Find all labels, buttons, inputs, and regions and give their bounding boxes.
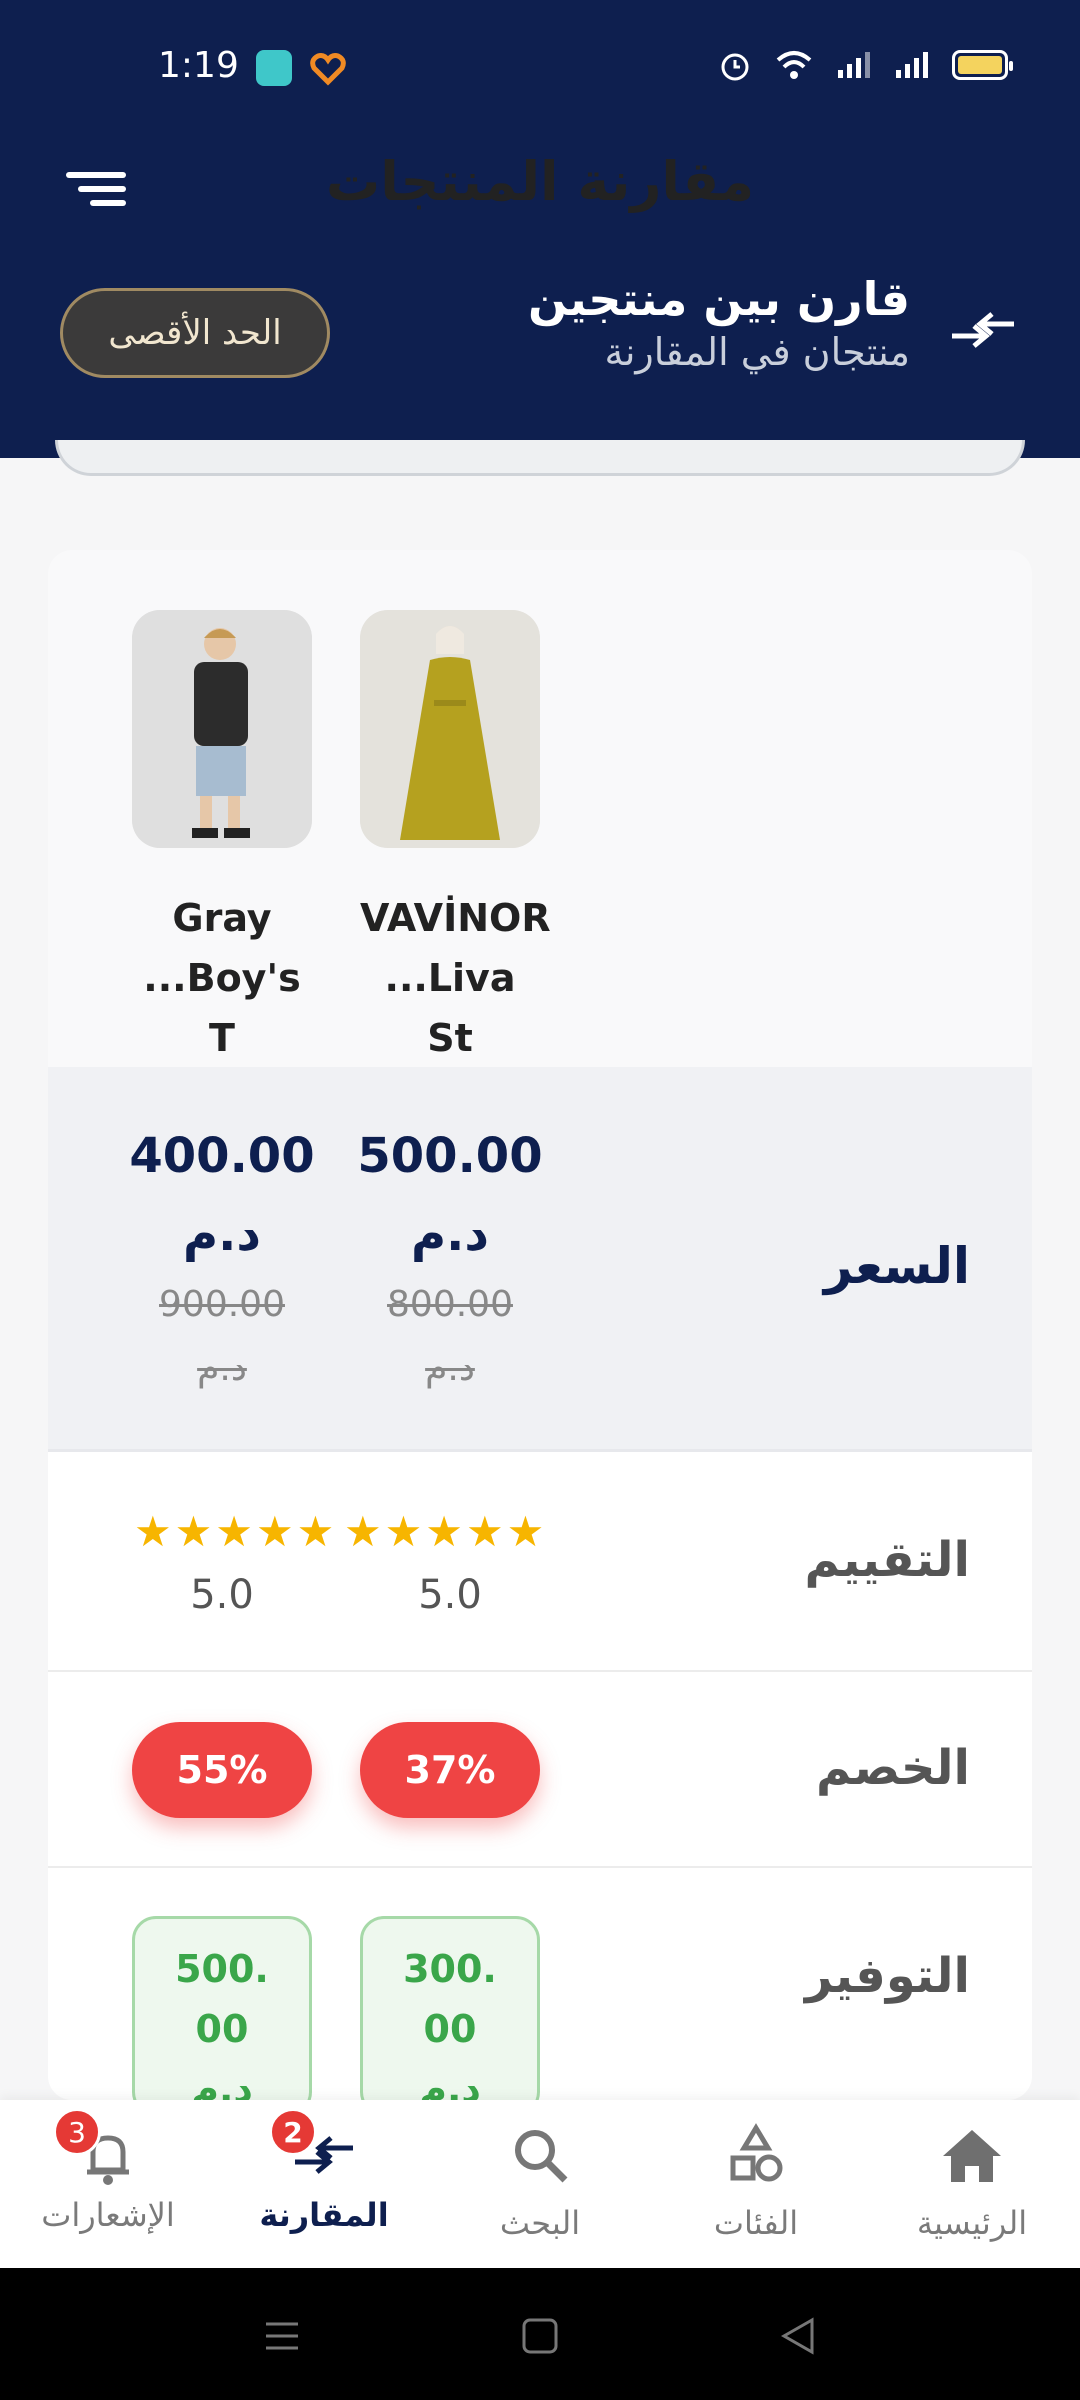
currency: د.م bbox=[410, 1206, 490, 1262]
saving-label: التوفير bbox=[804, 1948, 970, 2004]
discount-badge: 55% bbox=[132, 1722, 312, 1818]
price-cell: 500.00 د.م 800.00 د.م bbox=[350, 1117, 550, 1401]
saving-currency: د.م bbox=[419, 2067, 481, 2100]
product-name: Gray bbox=[172, 896, 272, 940]
compare-arrows-icon bbox=[952, 312, 1014, 348]
saving-amount: 00 bbox=[423, 2007, 477, 2051]
nav-search[interactable]: البحث bbox=[432, 2120, 648, 2242]
wifi-icon bbox=[776, 51, 812, 79]
old-price: 800.00 bbox=[387, 1284, 513, 1325]
old-price: 900.00 bbox=[159, 1284, 285, 1325]
currency: د.م bbox=[182, 1206, 262, 1262]
nav-home[interactable]: الرئيسية bbox=[864, 2120, 1080, 2242]
discount-badge: 37% bbox=[360, 1722, 540, 1818]
product-name: VAVİNOR bbox=[360, 896, 551, 940]
nav-label: الإشعارات bbox=[41, 2196, 175, 2234]
signal-icon bbox=[896, 52, 928, 78]
nav-label: الرئيسية bbox=[916, 2204, 1028, 2242]
saving-amount: 300. bbox=[403, 1947, 497, 1991]
bell-nav-icon: 3 bbox=[53, 2108, 143, 2190]
comparison-table: VAVİNOR ...Liva St Gray ...Boy's T السعر… bbox=[48, 550, 1032, 2100]
page-title: مقارنة المنتجات bbox=[325, 150, 755, 213]
bottom-navigation: الرئيسية الفئات البحث 2 المقارنة 3 الإشع… bbox=[0, 2100, 1080, 2268]
nav-categories[interactable]: الفئات bbox=[648, 2120, 864, 2242]
compare-subtitle: منتجان في المقارنة bbox=[604, 330, 910, 374]
saving-row: التوفير 300. 00 د.م 500. 00 د.م bbox=[48, 1868, 1032, 2100]
saving-currency: د.م bbox=[191, 2067, 253, 2100]
max-limit-button[interactable]: الحد الأقصى bbox=[60, 288, 330, 378]
old-currency: د.م bbox=[197, 1348, 247, 1389]
alarm-icon bbox=[721, 53, 749, 81]
discount-row: الخصم 37% 55% bbox=[48, 1672, 1032, 1868]
heart-notification-icon bbox=[310, 53, 346, 86]
star-rating: ★★★★★ bbox=[344, 1507, 548, 1556]
nav-label: المقارنة bbox=[259, 2196, 389, 2234]
back-icon[interactable] bbox=[778, 2316, 818, 2356]
saving-amount: 500. bbox=[175, 1947, 269, 1991]
compare-summary: قارن بين منتجين منتجان في المقارنة bbox=[528, 272, 910, 374]
nav-notifications[interactable]: 3 الإشعارات bbox=[0, 2108, 216, 2234]
collapsed-panel bbox=[55, 440, 1025, 476]
discount-label: الخصم bbox=[815, 1740, 970, 1796]
search-icon bbox=[515, 2130, 568, 2183]
app-notification-icon bbox=[256, 50, 292, 86]
home-icon bbox=[943, 2130, 1001, 2182]
saving-badge: 300. 00 د.م bbox=[360, 1916, 540, 2100]
nav-label: البحث bbox=[499, 2204, 581, 2242]
status-time: 1:19 bbox=[158, 45, 239, 86]
product-name: ...Liva St bbox=[384, 956, 516, 1060]
status-icons bbox=[718, 48, 1013, 82]
battery-icon bbox=[952, 50, 1013, 80]
status-bar: 1:19 bbox=[0, 0, 1080, 135]
system-navigation-bar bbox=[0, 2268, 1080, 2400]
price-cell: 400.00 د.م 900.00 د.م bbox=[122, 1117, 322, 1401]
saving-badge: 500. 00 د.م bbox=[132, 1916, 312, 2100]
rating-label: التقييم bbox=[804, 1532, 970, 1588]
saving-amount: 00 bbox=[195, 2007, 249, 2051]
rating-row: التقييم ★★★★★ 5.0 ★★★★★ 5.0 bbox=[48, 1452, 1032, 1672]
product-name: ...Boy's T bbox=[143, 956, 301, 1060]
compare-count-badge: 2 bbox=[269, 2108, 317, 2156]
current-price: 500.00 bbox=[357, 1128, 543, 1184]
recent-apps-icon[interactable] bbox=[262, 2316, 302, 2356]
signal-icon bbox=[838, 52, 870, 78]
product-column-2[interactable]: Gray ...Boy's T bbox=[132, 610, 312, 1068]
notification-count-badge: 3 bbox=[53, 2108, 101, 2156]
nav-compare[interactable]: 2 المقارنة bbox=[216, 2108, 432, 2234]
old-currency: د.م bbox=[425, 1348, 475, 1389]
nav-label: الفئات bbox=[713, 2204, 799, 2242]
price-label: السعر bbox=[823, 1237, 970, 1295]
product-image[interactable] bbox=[132, 610, 312, 848]
product-column-1[interactable]: VAVİNOR ...Liva St bbox=[360, 610, 551, 1068]
home-button-icon[interactable] bbox=[520, 2316, 560, 2356]
compare-nav-icon: 2 bbox=[269, 2108, 359, 2190]
product-image[interactable] bbox=[360, 610, 540, 848]
current-price: 400.00 bbox=[129, 1128, 315, 1184]
rating-value: 5.0 bbox=[190, 1572, 254, 1618]
categories-icon bbox=[730, 2123, 783, 2182]
star-rating: ★★★★★ bbox=[134, 1507, 338, 1556]
price-row: السعر 500.00 د.م 800.00 د.م 400.00 د.م 9… bbox=[48, 1067, 1032, 1452]
compare-title: قارن بين منتجين bbox=[528, 272, 910, 326]
rating-value: 5.0 bbox=[418, 1572, 482, 1618]
